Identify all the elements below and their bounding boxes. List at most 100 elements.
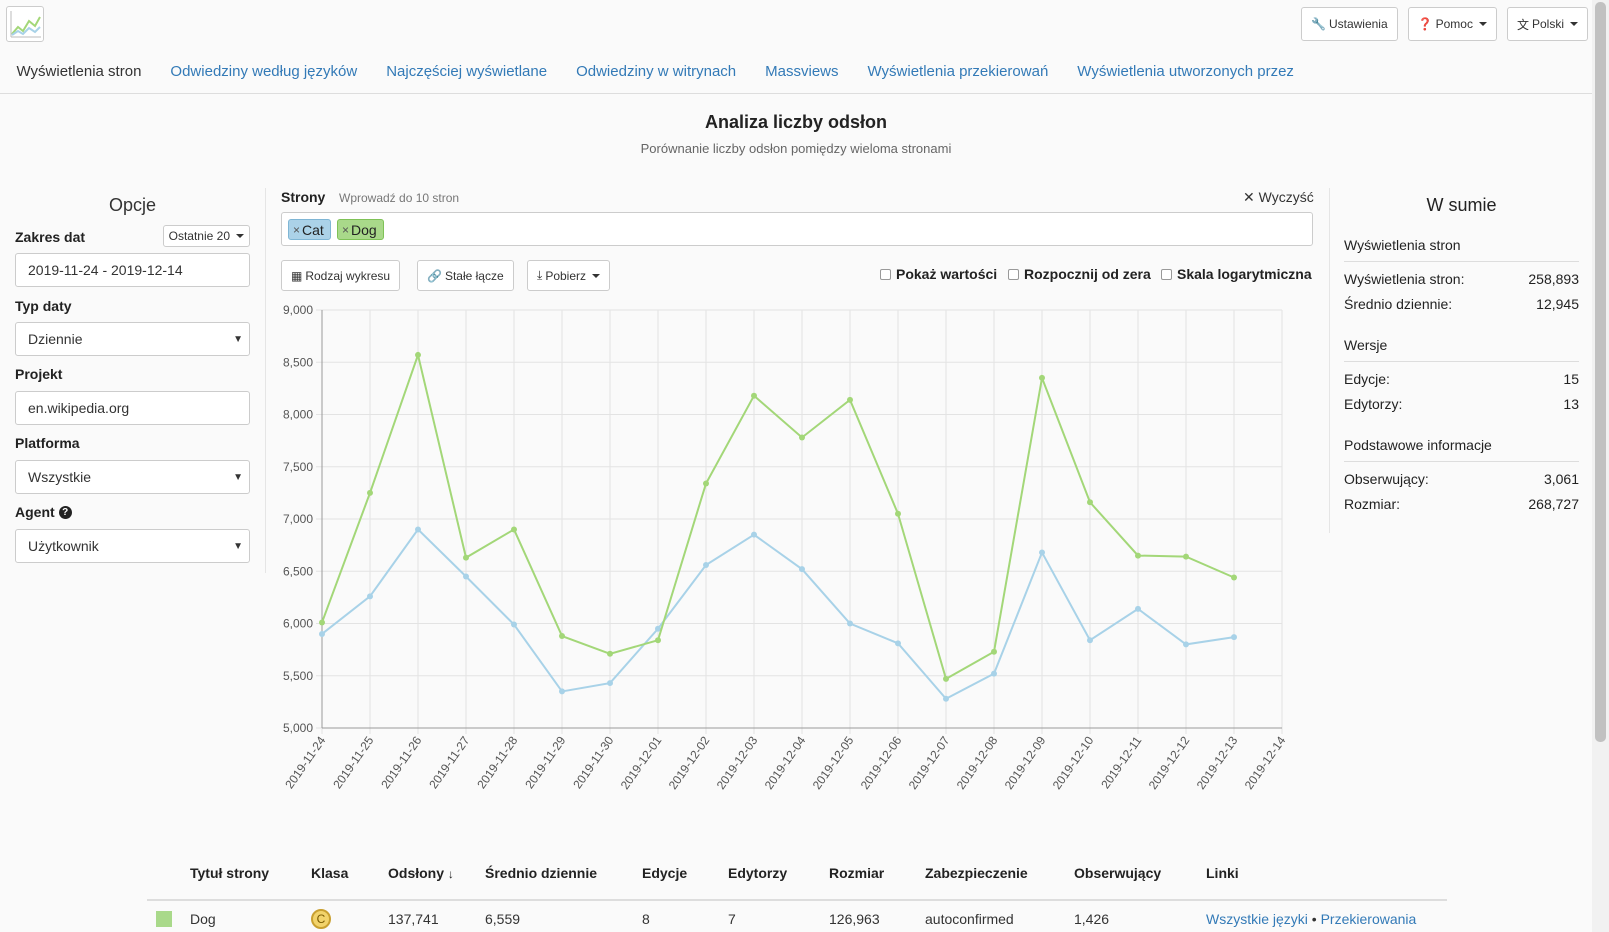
settings-button[interactable]: 🔧 Ustawienia	[1301, 7, 1398, 41]
log-scale-checkbox[interactable]: Skala logarytmiczna	[1161, 266, 1312, 282]
data-point-dog	[1135, 552, 1141, 559]
pageviews-section-heading: Wyświetlenia stron	[1344, 237, 1579, 262]
editors-cell: 7	[728, 911, 736, 927]
data-point-dog	[1183, 553, 1189, 560]
checkbox-box[interactable]	[1008, 268, 1019, 280]
summary-panel: W sumie Wyświetlenia stron Wyświetlenia …	[1344, 195, 1579, 512]
pages-hint: Wprowadź do 10 stron	[339, 191, 460, 205]
help-label: Pomoc	[1435, 17, 1473, 31]
agent-value: Użytkownik	[28, 538, 99, 554]
data-point-cat	[847, 620, 853, 627]
wrench-icon: 🔧	[1311, 17, 1326, 31]
x-tick-label: 2019-12-10	[1050, 733, 1097, 792]
nav-pageviews[interactable]: Wyświetlenia stron	[2, 63, 156, 80]
x-tick-label: 2019-12-07	[906, 733, 953, 792]
data-point-cat	[751, 531, 757, 538]
language-button[interactable]: 文 Polski	[1506, 7, 1588, 41]
remove-tag-icon[interactable]: ×	[342, 223, 349, 237]
show-values-label: Pokaż wartości	[896, 266, 998, 282]
data-point-dog	[607, 650, 613, 657]
all-languages-link[interactable]: Wszystkie języki	[1206, 911, 1308, 927]
edits-link[interactable]: 8	[642, 911, 650, 927]
nav-langviews[interactable]: Odwiedziny według języków	[156, 63, 372, 80]
nav-siteviews[interactable]: Odwiedziny w witrynach	[562, 63, 751, 80]
remove-tag-icon[interactable]: ×	[293, 223, 300, 237]
data-point-cat	[799, 566, 805, 573]
data-point-cat	[1231, 634, 1237, 641]
col-class[interactable]: Klasa	[311, 865, 348, 881]
page-title-link[interactable]: Dog	[190, 911, 216, 927]
editors-label: Edytorzy:	[1344, 396, 1403, 412]
data-point-dog	[1039, 374, 1045, 381]
pages-input[interactable]: × Cat × Dog	[281, 212, 1313, 246]
x-tick-label: 2019-11-28	[474, 733, 520, 791]
x-tick-label: 2019-11-30	[570, 733, 616, 791]
col-daily[interactable]: Średnio dziennie	[485, 865, 597, 881]
page-subtitle: Porównanie liczby odsłon pomiędzy wielom…	[640, 141, 952, 156]
options-heading: Opcje	[108, 195, 157, 215]
nav-redirectviews[interactable]: Wyświetlenia przekierowań	[853, 63, 1063, 80]
checkbox-box[interactable]	[1161, 268, 1172, 280]
data-point-cat	[943, 695, 949, 702]
tag-label: Cat	[302, 221, 324, 238]
col-views[interactable]: Odsłony ↓	[388, 865, 454, 881]
x-tick-label: 2019-11-27	[426, 733, 472, 791]
data-point-dog	[751, 392, 757, 399]
series-color-swatch	[156, 911, 172, 927]
show-values-checkbox[interactable]: Pokaż wartości	[880, 266, 997, 282]
begin-zero-checkbox[interactable]: Rozpocznij od zera	[1008, 266, 1151, 282]
data-point-dog	[1231, 574, 1237, 581]
data-point-dog	[799, 434, 805, 441]
data-point-cat	[511, 621, 517, 628]
watchers-cell: 1,426	[1074, 911, 1110, 927]
date-preset-button[interactable]: Ostatnie 20	[162, 225, 250, 247]
clear-pages-button[interactable]: ✕ Wyczyść	[1243, 189, 1314, 206]
chart-type-button[interactable]: ▦ Rodzaj wykresu	[281, 260, 401, 291]
pageviews-row: Wyświetlenia stron: 258,893	[1344, 271, 1579, 287]
help-button[interactable]: ❓ Pomoc	[1407, 7, 1497, 41]
project-label: Projekt	[15, 366, 63, 382]
agent-select[interactable]: Użytkownik ▼	[15, 529, 250, 563]
date-type-select[interactable]: Dziennie ▼	[15, 322, 250, 356]
platform-label: Platforma	[15, 435, 80, 451]
project-input[interactable]: en.wikipedia.org	[15, 391, 250, 425]
series-line-dog	[321, 351, 1235, 681]
col-edits[interactable]: Edycje	[642, 865, 687, 881]
scrollbar-thumb[interactable]	[1595, 2, 1606, 742]
date-range-input[interactable]: 2019-11-24 - 2019-12-14	[15, 253, 250, 287]
checkbox-box[interactable]	[880, 268, 891, 280]
nav-userviews[interactable]: Wyświetlenia utworzonych przez	[1063, 63, 1309, 80]
page-tag-dog: × Dog	[337, 219, 384, 240]
pageviews-chart[interactable]: 5,000 5,500 6,000 6,500 7,000 7,500 8,000 8,500…	[270, 295, 1320, 815]
nav-massviews[interactable]: Massviews	[751, 63, 853, 80]
nav-topviews[interactable]: Najczęściej wyświetlane	[372, 63, 562, 80]
agent-label-row: Agent ?	[15, 504, 72, 520]
col-watchers[interactable]: Obserwujący	[1074, 865, 1161, 881]
header-divider	[147, 899, 1447, 901]
col-protection[interactable]: Zabezpieczenie	[925, 865, 1028, 881]
watchers-value: 3,061	[1543, 471, 1579, 487]
top-toolbar: 🔧 Ustawienia ❓ Pomoc 文 Polski	[1301, 7, 1588, 41]
col-title[interactable]: Tytuł strony	[190, 865, 269, 881]
question-circle-icon[interactable]: ?	[58, 505, 72, 519]
summary-heading: W sumie	[1426, 195, 1497, 215]
col-size[interactable]: Rozmiar	[829, 865, 884, 881]
data-point-cat	[415, 526, 421, 533]
data-point-cat	[607, 680, 613, 687]
close-icon: ✕	[1243, 189, 1255, 205]
download-button[interactable]: ⤓ Pobierz	[527, 260, 610, 291]
page-scrollbar[interactable]	[1592, 0, 1609, 932]
redirects-link[interactable]: Przekierowania	[1321, 911, 1417, 927]
app-logo[interactable]	[6, 6, 44, 42]
y-tick-label: 7,500	[283, 460, 313, 474]
basic-info-section-heading: Podstawowe informacje	[1344, 437, 1579, 462]
size-label: Rozmiar:	[1344, 496, 1401, 512]
col-editors[interactable]: Edytorzy	[728, 865, 787, 881]
watchers-row: Obserwujący: 3,061	[1344, 471, 1579, 487]
x-tick-label: 2019-12-05	[810, 733, 857, 792]
editors-row: Edytorzy: 13	[1344, 396, 1579, 412]
platform-select[interactable]: Wszystkie ▼	[15, 460, 250, 494]
permalink-button[interactable]: 🔗 Stałe łącze	[417, 260, 514, 291]
data-point-dog	[415, 351, 421, 358]
y-tick-label: 5,000	[283, 721, 313, 735]
